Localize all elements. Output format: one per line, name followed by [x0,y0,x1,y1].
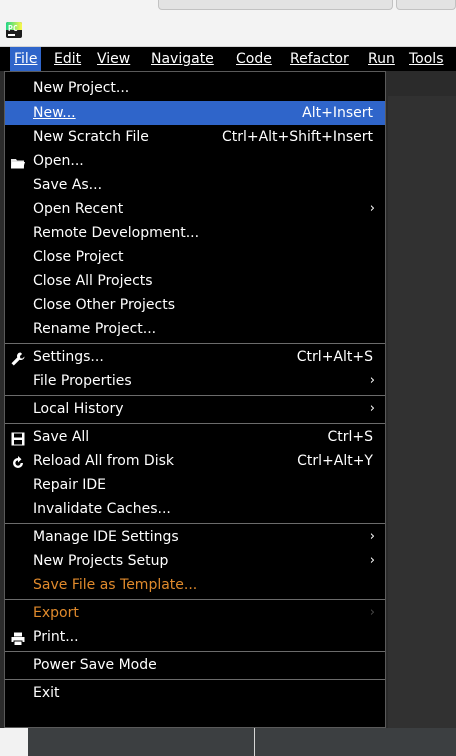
divider [254,728,255,756]
menu-item-close-project[interactable]: Close Project [5,245,385,269]
menu-item-label: Save All [33,429,90,445]
menu-item-export[interactable]: Export › [5,601,385,625]
menu-item-new-scratch-file[interactable]: New Scratch File Ctrl+Alt+Shift+Insert [5,125,385,149]
menu-item-label: Print... [33,629,79,645]
shortcut-label: Ctrl+Alt+Y [297,453,373,469]
chevron-right-icon: › [369,605,375,620]
wrench-icon [11,350,25,366]
folder-icon [11,154,25,169]
menu-item-remote-development[interactable]: Remote Development... [5,221,385,245]
menu-separator [5,651,385,652]
menu-item-label: Power Save Mode [33,657,157,673]
menu-item-rename-project[interactable]: Rename Project... [5,317,385,341]
menu-item-label: Invalidate Caches... [33,501,171,517]
menu-item-open-recent[interactable]: Open Recent › [5,197,385,221]
tool-window-button[interactable] [0,728,28,756]
menu-item-power-save-mode[interactable]: Power Save Mode [5,653,385,677]
menu-refactor[interactable]: Refactor [286,47,353,71]
chevron-right-icon: › [369,201,375,216]
editor-area [388,96,456,756]
printer-icon [11,630,25,646]
menu-item-save-all[interactable]: Save All Ctrl+S [5,425,385,449]
menu-file[interactable]: File [10,47,42,71]
menu-item-repair-ide[interactable]: Repair IDE [5,473,385,497]
menu-item-new-project[interactable]: New Project... [5,76,385,100]
menu-edit[interactable]: Edit [50,47,85,71]
menu-item-label: Open... [33,153,84,169]
menu-item-save-file-as-template[interactable]: Save File as Template... [5,573,385,597]
menu-item-save-as[interactable]: Save As... [5,173,385,197]
floppy-disk-icon [11,430,25,446]
menu-item-label: Rename Project... [33,321,157,337]
menu-item-exit[interactable]: Exit [5,681,385,705]
menu-separator [5,679,385,680]
menu-item-label: Close Other Projects [33,297,175,313]
menu-view[interactable]: View [93,47,134,71]
reload-icon [11,454,25,468]
menu-item-label: Save As... [33,177,103,193]
menu-separator [5,395,385,396]
window-tab-strip [158,0,456,10]
menu-separator [5,423,385,424]
title-bar: PC [0,0,456,47]
chevron-right-icon: › [369,553,375,568]
menu-item-label: Local History [33,401,124,417]
menu-item-file-properties[interactable]: File Properties › [5,369,385,393]
menu-item-close-all-projects[interactable]: Close All Projects [5,269,385,293]
menu-item-new-projects-setup[interactable]: New Projects Setup › [5,549,385,573]
menu-item-close-other-projects[interactable]: Close Other Projects [5,293,385,317]
menu-item-print[interactable]: Print... [5,625,385,649]
menu-item-label: Repair IDE [33,477,107,493]
menu-item-label: New... [33,105,76,121]
menu-separator [5,343,385,344]
menu-item-new[interactable]: New... Alt+Insert [5,101,385,125]
menu-item-label: File Properties [33,373,132,389]
menu-item-reload-all-from-disk[interactable]: Reload All from Disk Ctrl+Alt+Y [5,449,385,473]
menu-item-label: Close Project [33,249,124,265]
menu-item-local-history[interactable]: Local History › [5,397,385,421]
menu-item-label: New Project... [33,80,130,96]
chevron-right-icon: › [369,401,375,416]
window-tab[interactable] [158,0,393,10]
menu-item-label: New Scratch File [33,129,149,145]
menu-separator [5,523,385,524]
menu-item-label: Save File as Template... [33,577,198,593]
menu-item-label: Manage IDE Settings [33,529,179,545]
menu-item-open[interactable]: Open... [5,149,385,173]
menu-item-label: Settings... [33,349,104,365]
menu-item-label: New Projects Setup [33,553,169,569]
pycharm-logo-icon: PC [6,22,22,38]
menu-item-label: Open Recent [33,201,124,217]
menu-code[interactable]: Code [232,47,276,71]
shortcut-label: Alt+Insert [302,105,373,121]
menu-item-label: Exit [33,685,60,701]
shortcut-label: Ctrl+S [327,429,373,445]
shortcut-label: Ctrl+Alt+Shift+Insert [221,129,373,145]
menu-bar: File Edit View Navigate Code Refactor Ru… [0,47,456,71]
menu-item-label: Reload All from Disk [33,453,174,469]
menu-item-label: Close All Projects [33,273,153,289]
menu-tools[interactable]: Tools [405,47,448,71]
chevron-right-icon: › [369,373,375,388]
file-menu-dropdown: New Project... New... Alt+Insert New Scr… [4,71,386,728]
menu-separator [5,599,385,600]
menu-navigate[interactable]: Navigate [147,47,218,71]
chevron-right-icon: › [369,529,375,544]
menu-item-settings[interactable]: Settings... Ctrl+Alt+S [5,345,385,369]
shortcut-label: Ctrl+Alt+S [296,349,373,365]
menu-item-label: Export [33,605,79,621]
menu-item-manage-ide-settings[interactable]: Manage IDE Settings › [5,525,385,549]
menu-run[interactable]: Run [364,47,399,71]
window-tab[interactable] [396,0,456,10]
menu-item-label: Remote Development... [33,225,200,241]
bottom-tool-strip [0,728,456,756]
menu-item-invalidate-caches[interactable]: Invalidate Caches... [5,497,385,521]
